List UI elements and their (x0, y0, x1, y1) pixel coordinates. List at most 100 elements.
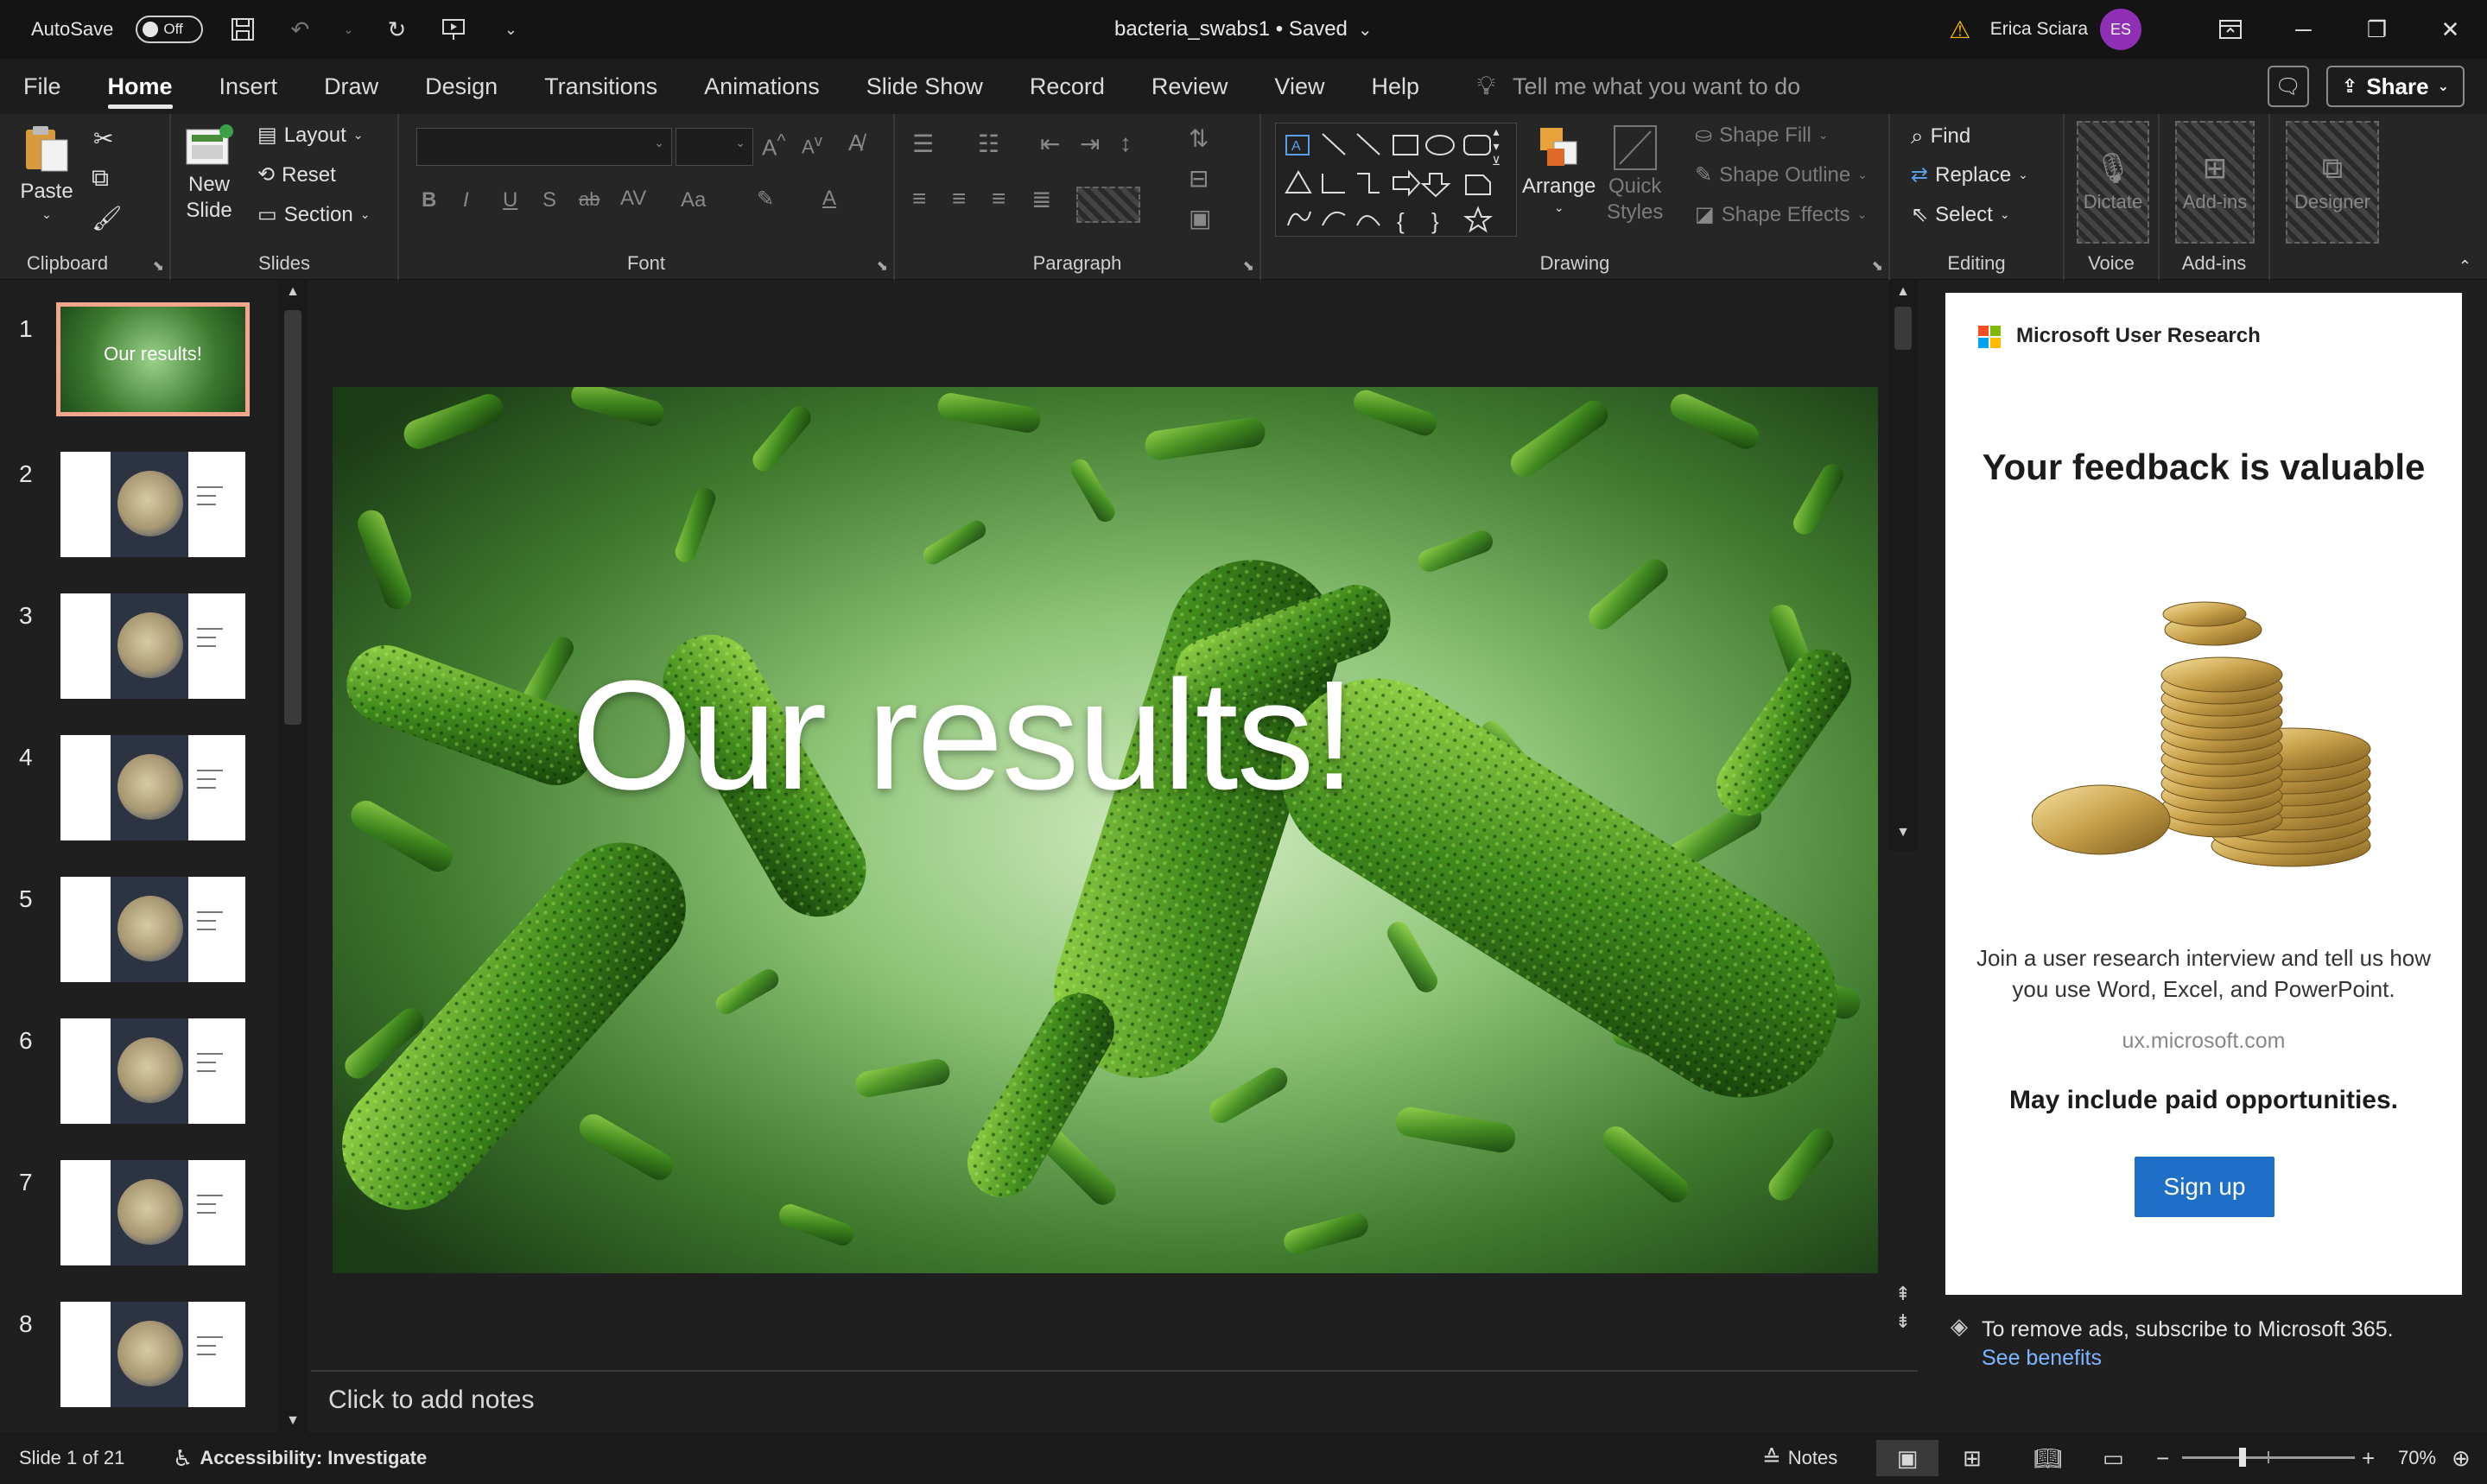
share-button[interactable]: ⇪ Share ⌄ (2325, 66, 2465, 107)
smartart-icon[interactable]: ▣ (1189, 204, 1211, 232)
copy-icon[interactable]: ⧉ (92, 164, 109, 193)
tab-record[interactable]: Record (1006, 59, 1128, 114)
dictate-button[interactable]: 🎙︎ Dictate (2077, 121, 2149, 244)
notes-pane[interactable]: Click to add notes (311, 1370, 1918, 1432)
line-spacing-icon[interactable]: ↕ (1120, 130, 1132, 157)
scroll-up-icon[interactable]: ▲ (1888, 284, 1918, 300)
restore-icon[interactable]: ❐ (2340, 0, 2414, 59)
tab-slide-show[interactable]: Slide Show (843, 59, 1006, 114)
tab-review[interactable]: Review (1128, 59, 1252, 114)
change-case-icon[interactable]: Aa (681, 188, 706, 212)
previous-slide-icon[interactable]: ⇞ (1888, 1283, 1918, 1305)
shapes-gallery[interactable]: A { } (1275, 123, 1517, 237)
highlight-icon[interactable]: ✎ (757, 187, 774, 212)
font-size-select[interactable]: ⌄ (676, 128, 753, 166)
scroll-up-icon[interactable]: ▲ (278, 284, 308, 300)
tell-me-search[interactable]: 💡︎ Tell me what you want to do (1477, 72, 1800, 101)
zoom-slider[interactable] (2182, 1448, 2355, 1467)
document-title[interactable]: bacteria_swabs1 • Saved ⌄ (1114, 0, 1373, 59)
tab-transitions[interactable]: Transitions (521, 59, 681, 114)
text-direction-icon[interactable]: ⇅ (1189, 124, 1209, 153)
underline-icon[interactable]: U (503, 188, 517, 212)
scroll-down-icon[interactable]: ▼ (1888, 825, 1918, 840)
fit-to-window-icon[interactable]: ⊕ (2452, 1445, 2471, 1472)
tab-home[interactable]: Home (85, 59, 196, 114)
bullets-icon[interactable]: ☰ (912, 130, 934, 158)
align-left-icon[interactable]: ≡ (912, 185, 926, 212)
justify-icon[interactable]: ≣ (1031, 185, 1051, 213)
scroll-down-icon[interactable]: ▼ (278, 1413, 308, 1429)
ribbon-display-icon[interactable] (2193, 0, 2267, 59)
slide-thumbnail[interactable] (60, 1160, 245, 1265)
layout-button[interactable]: ▤ Layout ⌄ (257, 123, 363, 148)
normal-view-button[interactable]: ▣ (1876, 1440, 1938, 1476)
tab-draw[interactable]: Draw (301, 59, 402, 114)
find-button[interactable]: ⌕ Find (1911, 123, 1970, 150)
increase-font-size-icon[interactable]: A^ (762, 130, 786, 162)
slide-thumbnail[interactable]: Our results! (56, 302, 250, 416)
minimize-icon[interactable]: ─ (2267, 0, 2340, 59)
slide-thumbnail[interactable] (60, 1018, 245, 1124)
shape-effects-button[interactable]: ◪ Shape Effects ⌄ (1695, 202, 1867, 227)
align-center-icon[interactable]: ≡ (952, 185, 966, 212)
thumbnail-scrollbar[interactable]: ▲ ▼ (278, 281, 308, 1432)
see-benefits-link[interactable]: See benefits (1982, 1346, 2394, 1371)
present-from-start-icon[interactable] (436, 12, 471, 47)
warning-icon[interactable]: ⚠ (1945, 15, 1975, 44)
slide-sorter-icon[interactable]: ⊞ (1963, 1445, 1982, 1472)
accessibility-button[interactable]: ♿︎ Accessibility: Investigate (173, 1445, 427, 1472)
character-spacing-icon[interactable]: AV (620, 187, 646, 211)
new-slide-button[interactable]: New Slide (183, 123, 235, 223)
slide-thumbnail[interactable] (60, 735, 245, 840)
close-icon[interactable]: ✕ (2414, 0, 2487, 59)
columns-icon[interactable] (1076, 187, 1140, 223)
tab-view[interactable]: View (1251, 59, 1348, 114)
increase-indent-icon[interactable]: ⇥ (1080, 130, 1100, 158)
canvas-scrollbar[interactable]: ▲ ▼ (1888, 281, 1918, 851)
select-button[interactable]: ⇖ Select ⌄ (1911, 202, 2010, 227)
zoom-slider-handle[interactable] (2239, 1448, 2246, 1467)
notes-button[interactable]: ≙ Notes (1762, 1445, 1837, 1472)
slide[interactable]: Our results! (333, 387, 1878, 1273)
reading-view-icon[interactable]: 📖︎ (2033, 1445, 2062, 1472)
quick-styles-button[interactable]: Quick Styles (1607, 123, 1663, 225)
dialog-launcher-icon[interactable]: ⬊ (1243, 257, 1254, 275)
dialog-launcher-icon[interactable]: ⬊ (153, 257, 164, 275)
shape-fill-button[interactable]: ⛀ Shape Fill ⌄ (1695, 123, 1829, 148)
comments-button[interactable]: 🗨︎ (2267, 66, 2309, 107)
numbering-icon[interactable]: ☷ (978, 130, 999, 158)
bold-icon[interactable]: B (422, 188, 436, 212)
align-right-icon[interactable]: ≡ (992, 185, 1006, 212)
slide-thumbnail[interactable] (60, 877, 245, 982)
scrollbar-thumb[interactable] (284, 310, 301, 725)
font-family-select[interactable]: ⌄ (416, 128, 672, 166)
slideshow-icon[interactable]: ▭ (2103, 1445, 2124, 1472)
reset-button[interactable]: ⟲ Reset (257, 162, 336, 187)
slide-thumbnail[interactable] (60, 452, 245, 557)
scrollbar-thumb[interactable] (1894, 307, 1912, 350)
tab-file[interactable]: File (0, 59, 85, 114)
italic-icon[interactable]: I (463, 188, 469, 212)
slide-title[interactable]: Our results! (333, 646, 1878, 825)
cut-icon[interactable]: ✂ (93, 124, 113, 153)
arrange-button[interactable]: Arrange ⌄ (1522, 123, 1596, 215)
paste-button[interactable]: Paste ⌄ (19, 121, 74, 222)
decrease-font-size-icon[interactable]: Av (802, 131, 822, 158)
zoom-level[interactable]: 70% (2398, 1447, 2436, 1469)
undo-dropdown-icon[interactable]: ⌄ (339, 12, 357, 47)
next-slide-icon[interactable]: ⇟ (1888, 1310, 1918, 1333)
notes-placeholder[interactable]: Click to add notes (328, 1386, 534, 1415)
ad-card[interactable]: Microsoft User Research Your feedback is… (1945, 293, 2462, 1295)
shadow-icon[interactable]: S (542, 188, 556, 212)
zoom-out-icon[interactable]: − (2156, 1445, 2169, 1472)
customize-toolbar-icon[interactable]: ⌄ (493, 12, 528, 47)
font-color-icon[interactable]: A (822, 187, 836, 211)
zoom-in-icon[interactable]: + (2362, 1445, 2375, 1472)
dialog-launcher-icon[interactable]: ⬊ (877, 257, 888, 275)
slide-thumbnail[interactable] (60, 1302, 245, 1407)
format-painter-icon[interactable]: 🖌︎ (92, 204, 123, 232)
strikethrough-icon[interactable]: ab (579, 188, 600, 211)
avatar[interactable]: ES (2100, 9, 2141, 50)
collapse-ribbon-icon[interactable]: ⌃ (2458, 257, 2471, 276)
tab-insert[interactable]: Insert (196, 59, 301, 114)
